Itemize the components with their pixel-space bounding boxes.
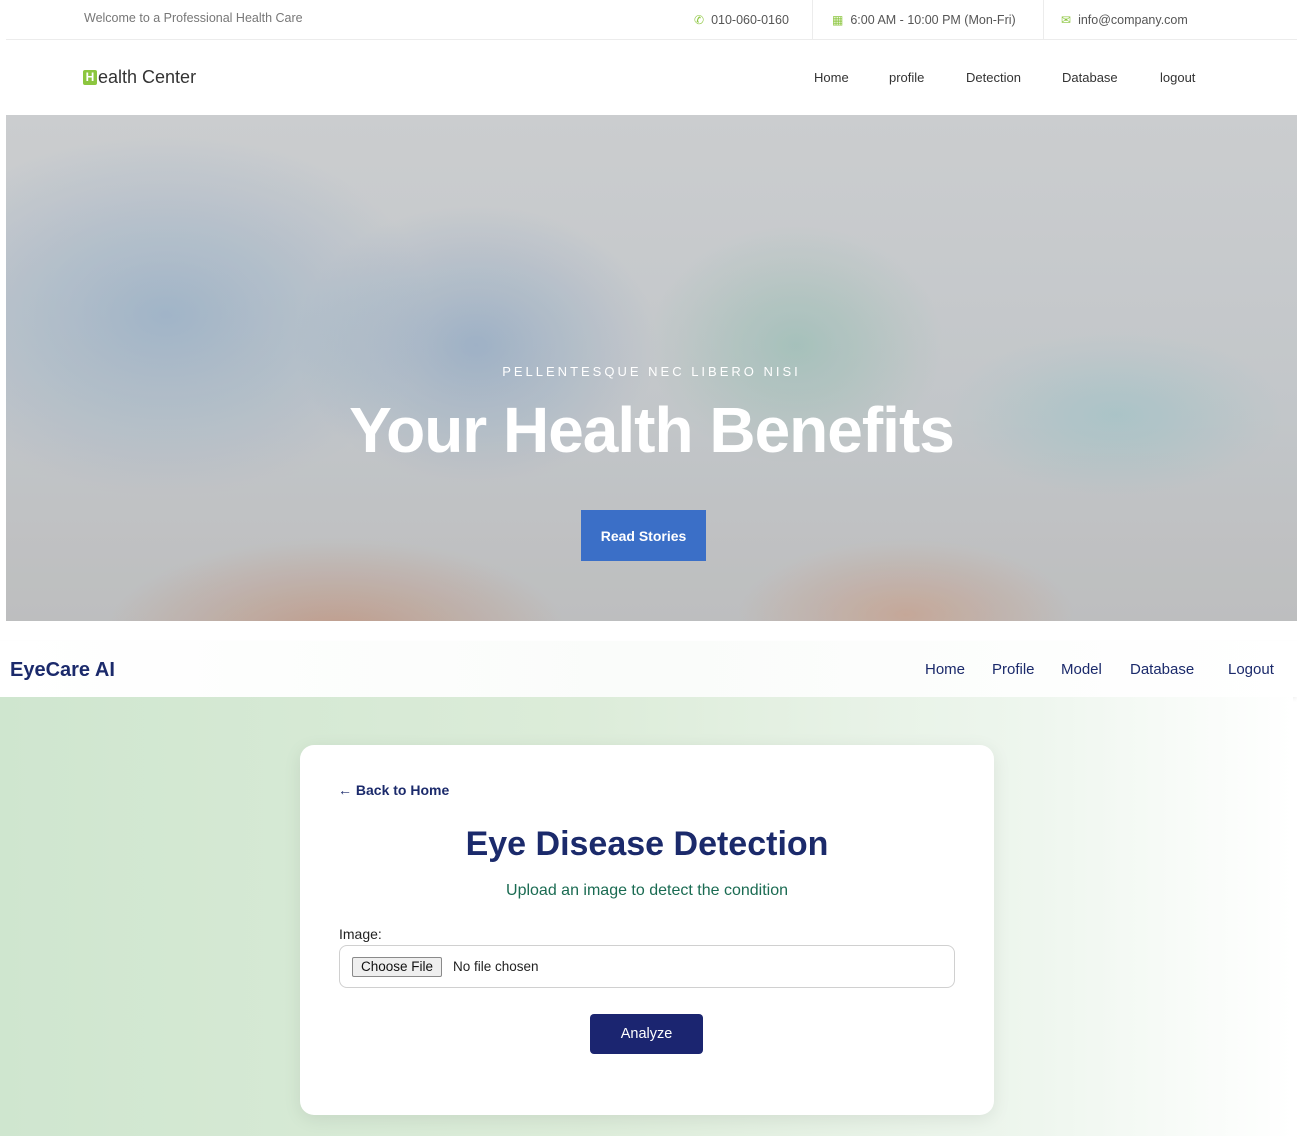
top-info-bar: Welcome to a Professional Health Care ✆ … bbox=[6, 0, 1297, 40]
hc-nav-detection[interactable]: Detection bbox=[966, 70, 1021, 85]
hours-info: ▦ 6:00 AM - 10:00 PM (Mon-Fri) bbox=[832, 0, 1016, 40]
logo-mark: H bbox=[83, 70, 97, 85]
phone-info: ✆ 010-060-0160 bbox=[694, 0, 789, 40]
hero-banner: PELLENTESQUE NEC LIBERO NISI Your Health… bbox=[6, 115, 1297, 621]
logo-text: ealth Center bbox=[98, 67, 197, 87]
file-status-text: No file chosen bbox=[453, 959, 539, 974]
analyze-button[interactable]: Analyze bbox=[590, 1014, 703, 1054]
ec-nav-home[interactable]: Home bbox=[925, 661, 965, 678]
back-to-home-link[interactable]: ← Back to Home bbox=[338, 782, 449, 798]
image-field-label: Image: bbox=[339, 926, 382, 942]
hc-nav-logout[interactable]: logout bbox=[1160, 70, 1195, 85]
eyecare-logo[interactable]: EyeCare AI bbox=[10, 659, 115, 682]
hc-nav-profile[interactable]: profile bbox=[889, 70, 924, 85]
detection-card: ← Back to Home Eye Disease Detection Upl… bbox=[300, 745, 994, 1115]
health-center-navbar: H ealth Center Home profile Detection Da… bbox=[6, 41, 1297, 115]
hc-nav-home[interactable]: Home bbox=[814, 70, 849, 85]
read-stories-button[interactable]: Read Stories bbox=[581, 510, 706, 561]
hero-headline: Your Health Benefits bbox=[349, 394, 955, 466]
ec-nav-database[interactable]: Database bbox=[1130, 661, 1194, 678]
page-subtitle: Upload an image to detect the condition bbox=[506, 882, 788, 899]
hc-nav-database[interactable]: Database bbox=[1062, 70, 1118, 85]
ec-nav-profile[interactable]: Profile bbox=[992, 661, 1035, 678]
ec-nav-logout[interactable]: Logout bbox=[1228, 661, 1274, 678]
calendar-icon: ▦ bbox=[832, 13, 844, 27]
image-file-input[interactable]: Choose File No file chosen bbox=[339, 945, 955, 988]
health-center-logo[interactable]: H ealth Center bbox=[83, 67, 196, 88]
eyecare-main: ← Back to Home Eye Disease Detection Upl… bbox=[0, 697, 1293, 1136]
choose-file-button[interactable]: Choose File bbox=[352, 957, 443, 977]
page-title: Eye Disease Detection bbox=[465, 825, 829, 863]
eyecare-navbar: EyeCare AI Home Profile Model Database L… bbox=[0, 641, 1297, 697]
divider bbox=[1043, 0, 1044, 40]
hero-kicker: PELLENTESQUE NEC LIBERO NISI bbox=[502, 364, 801, 379]
ec-nav-model[interactable]: Model bbox=[1061, 661, 1102, 678]
mail-icon: ✉ bbox=[1061, 13, 1072, 27]
divider bbox=[812, 0, 813, 40]
opening-hours: 6:00 AM - 10:00 PM (Mon-Fri) bbox=[850, 13, 1016, 27]
email-info[interactable]: ✉ info@company.com bbox=[1061, 0, 1188, 40]
welcome-text: Welcome to a Professional Health Care bbox=[84, 11, 303, 25]
phone-number: 010-060-0160 bbox=[711, 13, 789, 27]
phone-icon: ✆ bbox=[694, 13, 705, 27]
email-link[interactable]: info@company.com bbox=[1078, 13, 1188, 27]
